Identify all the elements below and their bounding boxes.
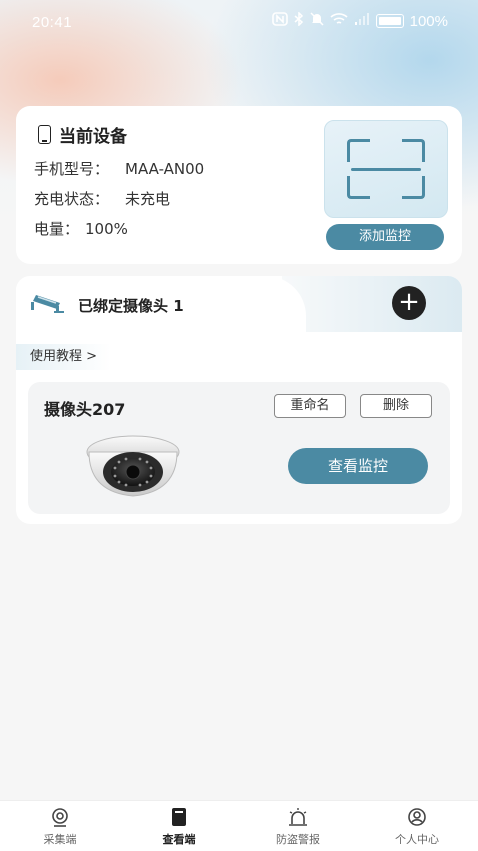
add-camera-button[interactable]: +	[392, 286, 426, 320]
user-circle-icon	[408, 808, 426, 826]
tab-profile[interactable]: 个人中心	[367, 807, 467, 847]
cctv-icon	[31, 295, 64, 313]
status-time: 20:41	[32, 14, 73, 31]
delete-button[interactable]: 删除	[360, 394, 432, 418]
tab-viewer-label: 查看端	[162, 833, 196, 846]
current-device-card: 当前设备 手机型号： MAA-AN00 充电状态： 未充电 电量： 100% 添加监控	[16, 106, 462, 264]
device-card-title: 当前设备	[38, 122, 127, 147]
nfc-icon	[271, 12, 288, 30]
camera-name: 摄像头207	[44, 400, 126, 419]
phone-model-row: 手机型号： MAA-AN00	[34, 158, 204, 179]
add-monitor-button[interactable]: 添加监控	[326, 224, 444, 250]
tab-profile-label: 个人中心	[395, 833, 439, 846]
battery-percent: 100%	[409, 12, 448, 30]
camera-panel: 已绑定摄像头 1 + 使用教程 > 摄像头207 重命名 删除 查看监控	[16, 276, 462, 524]
scan-frame-icon[interactable]	[324, 120, 448, 218]
tutorial-link[interactable]: 使用教程 >	[16, 344, 112, 370]
tab-alarm-label: 防盗警报	[276, 833, 320, 846]
tab-alarm[interactable]: 防盗警报	[248, 807, 348, 847]
tab-viewer[interactable]: 查看端	[129, 807, 229, 847]
battery-row: 电量： 100%	[34, 218, 128, 239]
status-bar: 20:41 100%	[0, 0, 478, 44]
phone-model-value: MAA-AN00	[125, 160, 205, 178]
bottom-tab-bar: 采集端 查看端 防盗警报 个人中心	[0, 800, 478, 851]
device-card-title-text: 当前设备	[59, 127, 127, 147]
view-monitor-button[interactable]: 查看监控	[288, 448, 428, 484]
phone-screen-icon	[172, 808, 186, 826]
tab-collector-label: 采集端	[43, 833, 77, 846]
rename-button[interactable]: 重命名	[274, 394, 346, 418]
charge-status-row: 充电状态： 未充电	[34, 188, 170, 209]
alarm-light-icon	[289, 808, 307, 826]
camera-list-item: 摄像头207 重命名 删除 查看监控	[28, 382, 450, 514]
phone-model-label: 手机型号：	[34, 160, 110, 178]
wifi-icon	[330, 12, 348, 30]
battery-value: 100%	[85, 220, 128, 238]
bluetooth-icon	[294, 11, 304, 30]
battery-icon	[375, 14, 404, 28]
dome-camera-image	[86, 435, 180, 497]
tab-collector[interactable]: 采集端	[10, 807, 110, 847]
charge-status-value: 未充电	[125, 190, 171, 208]
status-icons: 100%	[271, 11, 448, 30]
battery-label: 电量：	[34, 220, 80, 238]
phone-icon	[38, 125, 51, 144]
bound-camera-count: 已绑定摄像头 1	[78, 297, 184, 315]
signal-icon	[354, 12, 370, 30]
bell-off-icon	[310, 12, 324, 30]
charge-status-label: 充电状态：	[34, 190, 110, 208]
webcam-icon	[52, 808, 68, 827]
